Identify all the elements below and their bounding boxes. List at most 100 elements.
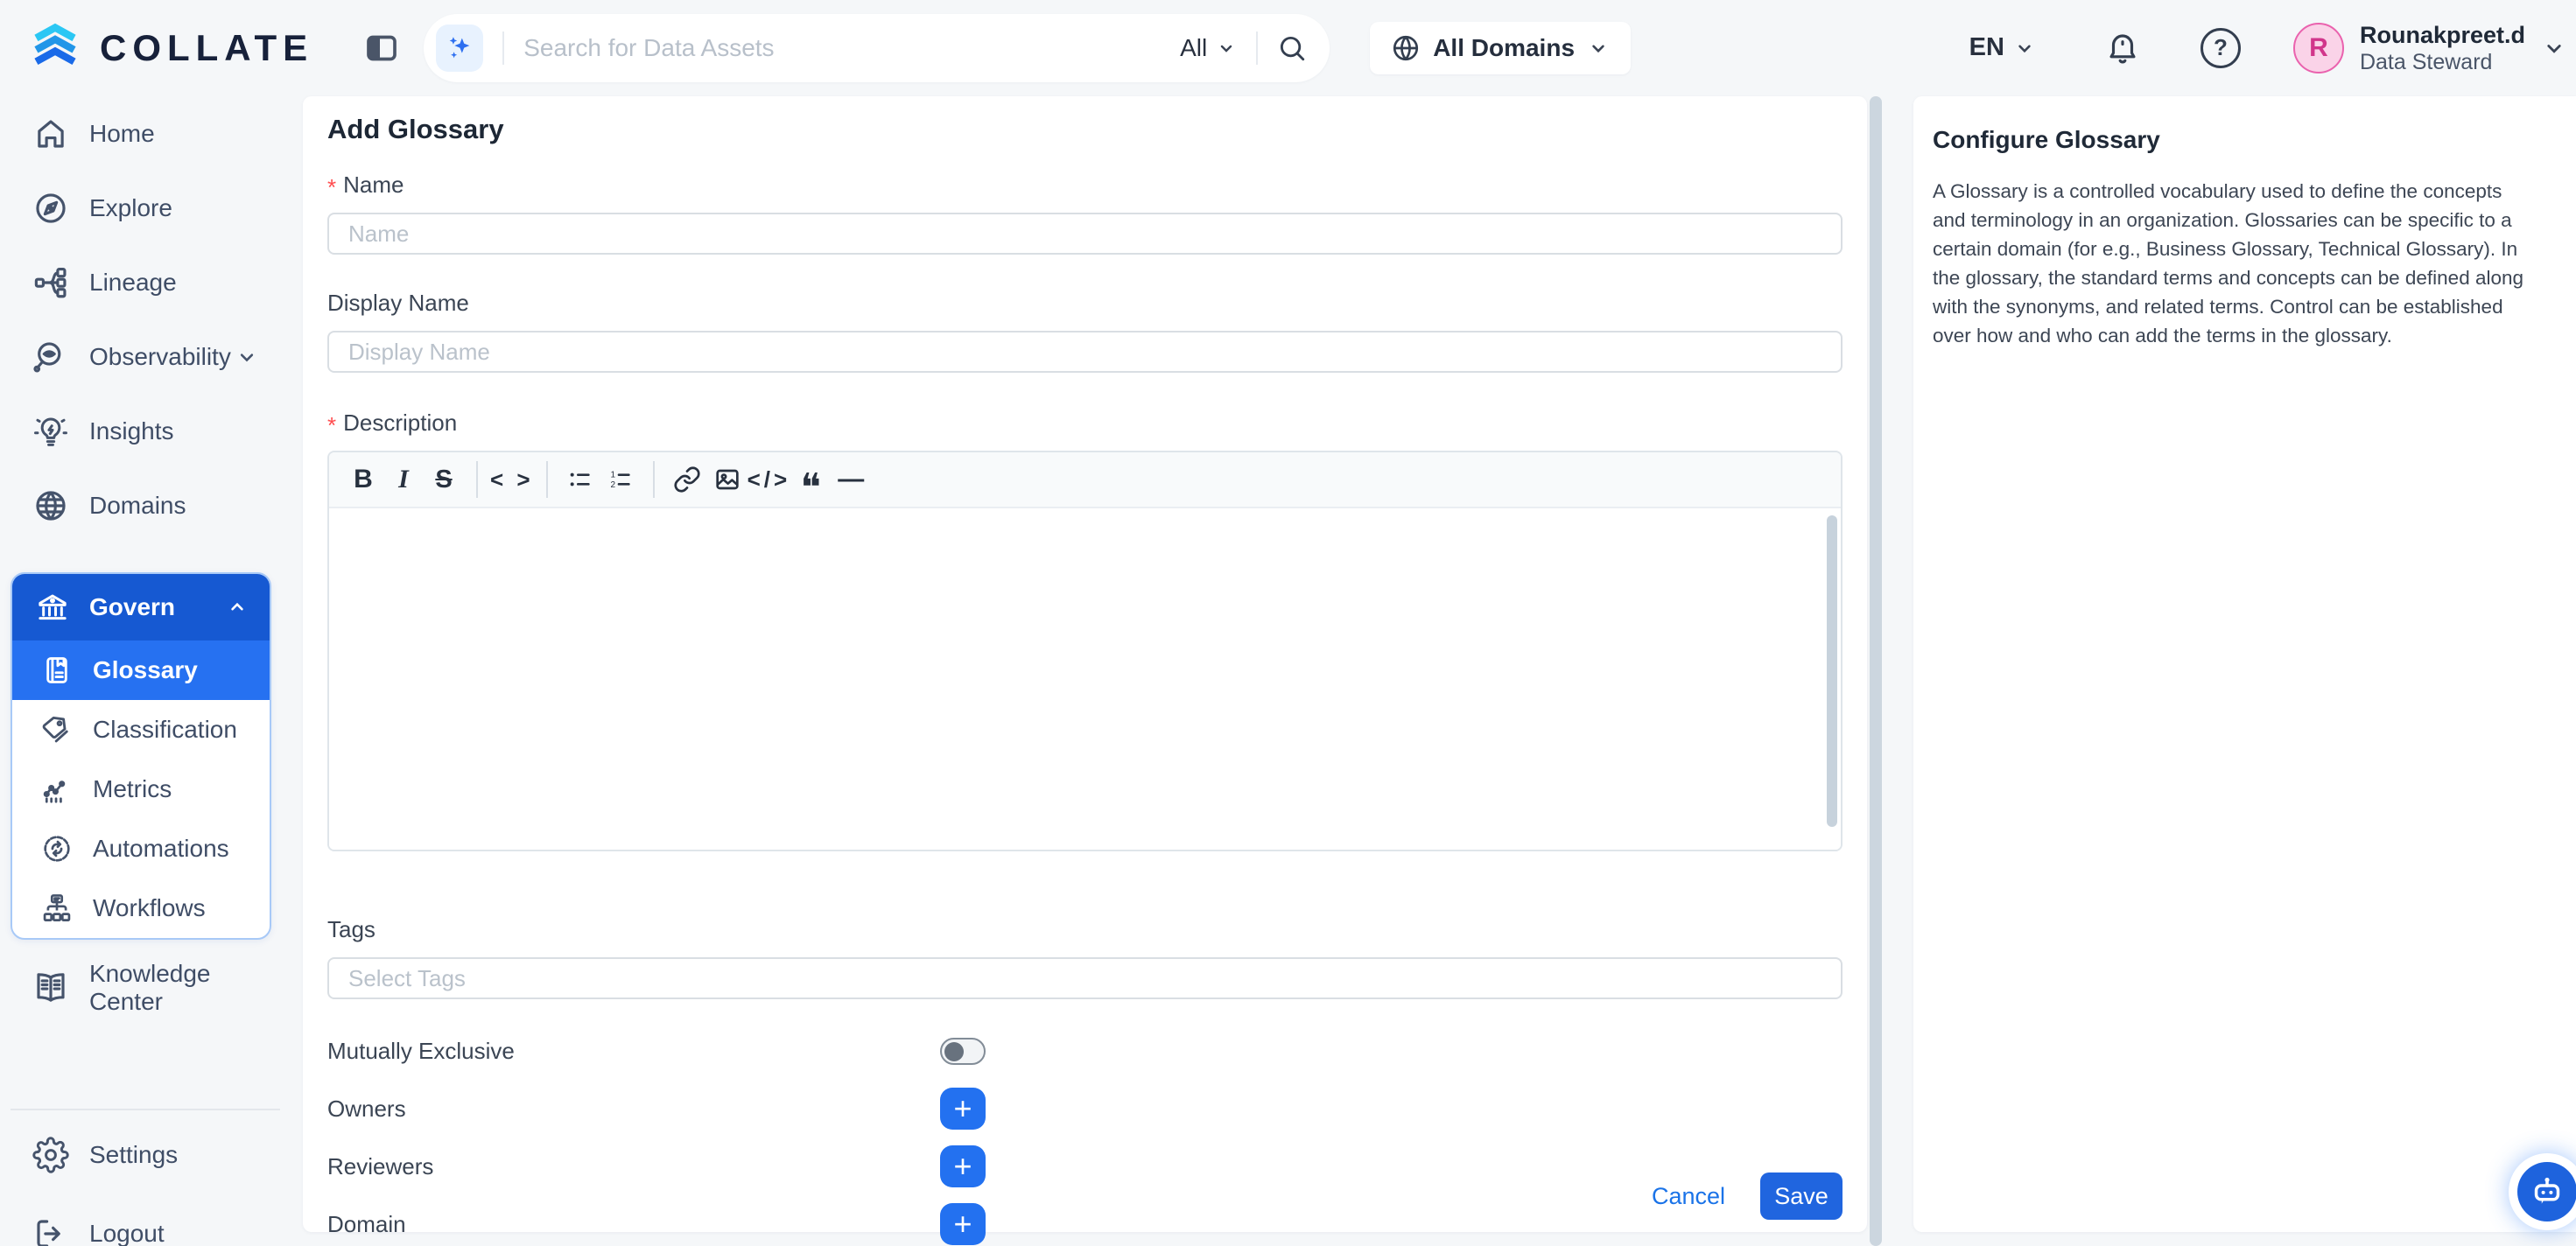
bold-icon[interactable]: B — [343, 457, 383, 502]
toolbar-divider — [653, 461, 655, 498]
sidebar-item-workflows[interactable]: Workflows — [12, 878, 270, 938]
global-search-bar[interactable]: All — [424, 14, 1330, 82]
display-name-label: Display Name — [327, 290, 1843, 317]
required-marker: * — [327, 174, 336, 201]
domain-label: Domain — [327, 1211, 940, 1238]
editor-scrollbar[interactable] — [1827, 515, 1837, 827]
collate-logo-icon — [26, 21, 84, 75]
strikethrough-icon[interactable]: S — [424, 457, 464, 502]
editor-toolbar: B I S < > 12 </> ❝ — — [329, 452, 1841, 508]
automations-icon — [39, 832, 75, 865]
collate-logo[interactable]: COLLATE — [26, 21, 313, 75]
sidebar-item-logout[interactable]: Logout — [0, 1203, 291, 1246]
required-marker: * — [327, 412, 336, 439]
sidebar-divider — [11, 1109, 280, 1110]
lineage-icon — [32, 264, 70, 301]
sidebar-item-metrics[interactable]: Metrics — [12, 760, 270, 819]
sidebar-item-insights[interactable]: Insights — [0, 394, 291, 468]
search-icon[interactable] — [1277, 33, 1307, 63]
reviewers-label: Reviewers — [327, 1153, 940, 1180]
chevron-down-icon[interactable] — [235, 345, 259, 369]
topbar: COLLATE All All Domains EN — [0, 0, 2576, 96]
all-domains-label: All Domains — [1433, 34, 1575, 62]
tags-label: Tags — [327, 916, 1843, 943]
mutually-exclusive-label: Mutually Exclusive — [327, 1038, 940, 1065]
sidebar-item-domains[interactable]: Domains — [0, 468, 291, 542]
configure-glossary-panel: Configure Glossary A Glossary is a contr… — [1913, 96, 2576, 1232]
toolbar-divider — [546, 461, 548, 498]
workflows-icon — [39, 892, 75, 925]
divider — [502, 32, 504, 65]
help-icon[interactable]: ? — [2200, 28, 2241, 68]
add-reviewer-button[interactable]: + — [940, 1145, 986, 1187]
sidebar-item-home[interactable]: Home — [0, 96, 291, 171]
language-label: EN — [1969, 33, 2004, 62]
divider — [1256, 32, 1258, 65]
chevron-up-icon[interactable] — [226, 596, 249, 619]
display-name-input[interactable] — [327, 331, 1843, 373]
search-input[interactable] — [523, 34, 1180, 62]
notifications-bell-icon[interactable] — [2104, 30, 2141, 66]
mutually-exclusive-toggle[interactable] — [940, 1038, 986, 1065]
insights-bulb-icon — [32, 413, 70, 450]
main-scrollbar[interactable] — [1870, 96, 1882, 1246]
name-label: * Name — [327, 172, 1843, 199]
description-label: * Description — [327, 410, 1843, 437]
sidebar-item-glossary[interactable]: Glossary — [12, 640, 270, 700]
chevron-down-icon — [1216, 38, 1237, 59]
brand-name: COLLATE — [100, 27, 313, 69]
sidebar-item-observability[interactable]: Observability — [0, 319, 291, 394]
inline-code-icon[interactable]: < > — [490, 457, 534, 502]
user-menu[interactable]: Rounakpreet.d Data Steward — [2360, 21, 2525, 75]
sidebar-item-govern[interactable]: Govern — [12, 574, 270, 640]
form-actions: Cancel Save — [1652, 1172, 1843, 1220]
blockquote-icon[interactable]: ❝ — [790, 457, 831, 502]
user-menu-chevron-icon[interactable] — [2541, 35, 2567, 61]
sidebar-item-explore[interactable]: Explore — [0, 171, 291, 245]
language-dropdown[interactable]: EN — [1969, 33, 2036, 62]
italic-icon[interactable]: I — [383, 457, 424, 502]
help-panel-body: A Glossary is a controlled vocabulary us… — [1933, 177, 2527, 350]
cancel-button[interactable]: Cancel — [1652, 1183, 1725, 1210]
observability-icon — [32, 339, 70, 375]
logout-icon — [32, 1215, 70, 1246]
home-icon — [32, 116, 70, 152]
page-title: Add Glossary — [327, 114, 1843, 145]
govern-bank-icon — [33, 590, 72, 625]
description-editor: B I S < > 12 </> ❝ — — [327, 451, 1843, 851]
save-button[interactable]: Save — [1760, 1172, 1843, 1220]
image-icon[interactable] — [707, 457, 748, 502]
description-textarea[interactable] — [329, 508, 1841, 850]
govern-section: Govern Glossary Classification Metrics — [11, 572, 271, 940]
add-domain-button[interactable]: + — [940, 1203, 986, 1245]
metrics-chart-icon — [39, 773, 75, 806]
search-scope-dropdown[interactable]: All — [1180, 34, 1237, 62]
avatar-initial: R — [2309, 33, 2328, 63]
chevron-down-icon — [1587, 37, 1610, 60]
all-domains-dropdown[interactable]: All Domains — [1370, 22, 1631, 74]
settings-gear-icon — [32, 1137, 70, 1173]
link-icon[interactable] — [667, 457, 707, 502]
sidebar-item-automations[interactable]: Automations — [12, 819, 270, 878]
horizontal-rule-icon[interactable]: — — [831, 457, 871, 502]
user-name: Rounakpreet.d — [2360, 21, 2525, 49]
user-avatar[interactable]: R — [2293, 23, 2344, 74]
tags-select-input[interactable] — [327, 957, 1843, 999]
ai-sparkle-icon[interactable] — [436, 24, 483, 72]
svg-text:1: 1 — [610, 470, 615, 480]
sidebar: Home Explore Lineage Observability Insig… — [0, 96, 291, 1246]
toolbar-divider — [476, 461, 478, 498]
name-input[interactable] — [327, 213, 1843, 255]
add-owner-button[interactable]: + — [940, 1088, 986, 1130]
sidebar-item-lineage[interactable]: Lineage — [0, 245, 291, 319]
sidebar-item-classification[interactable]: Classification — [12, 700, 270, 760]
add-glossary-form: Add Glossary * Name Display Name * Descr… — [303, 96, 1867, 1232]
sidebar-item-settings[interactable]: Settings — [0, 1124, 291, 1186]
numbered-list-icon[interactable]: 12 — [600, 457, 641, 502]
sidebar-collapse-icon[interactable] — [364, 31, 399, 66]
sidebar-item-knowledge-center[interactable]: Knowledge Center — [0, 950, 291, 1025]
help-panel-title: Configure Glossary — [1933, 126, 2527, 154]
code-block-icon[interactable]: </> — [748, 457, 791, 502]
glossary-book-icon — [39, 654, 75, 687]
bullet-list-icon[interactable] — [560, 457, 600, 502]
